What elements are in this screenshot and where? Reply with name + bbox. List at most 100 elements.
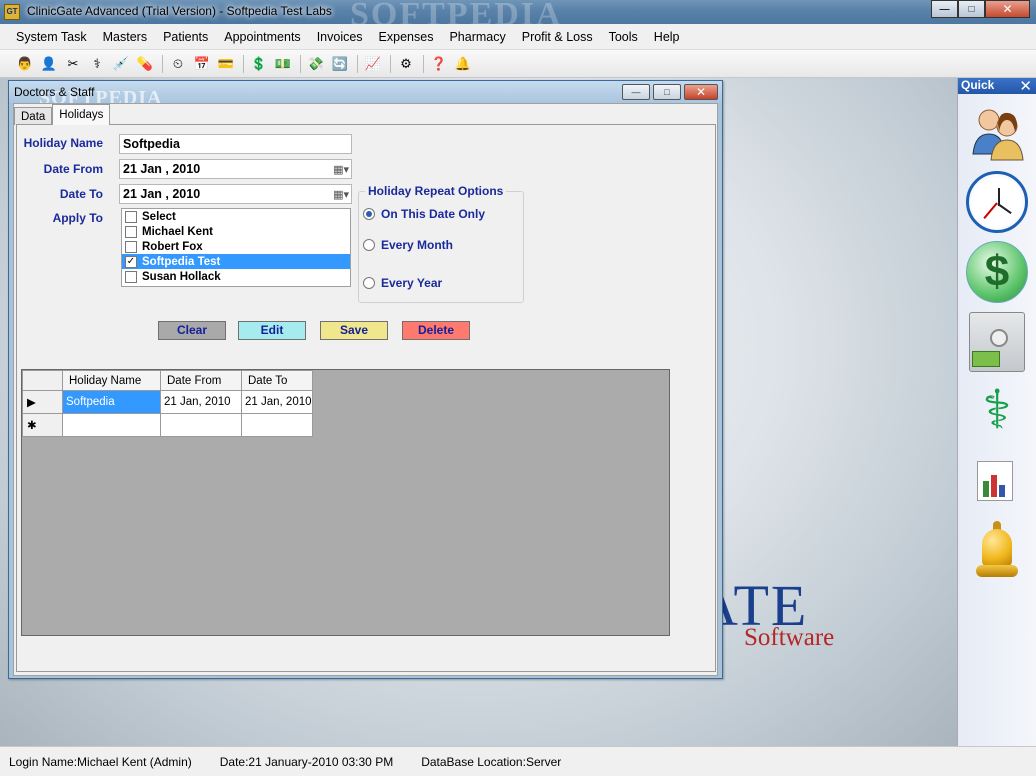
timer-icon[interactable]: ⏲ bbox=[167, 53, 189, 75]
menu-masters[interactable]: Masters bbox=[95, 30, 155, 44]
quick-close-icon[interactable]: ✕ bbox=[1019, 77, 1032, 95]
radio-label: On This Date Only bbox=[381, 207, 486, 221]
holiday-name-field[interactable]: Softpedia bbox=[119, 134, 352, 154]
minimize-button[interactable]: — bbox=[931, 0, 958, 18]
radio-on-this-date-only[interactable]: On This Date Only bbox=[363, 207, 485, 221]
doctors-icon[interactable]: 👨 bbox=[14, 53, 36, 75]
tab-data[interactable]: Data bbox=[14, 107, 53, 125]
menu-pharmacy[interactable]: Pharmacy bbox=[441, 30, 513, 44]
checkbox[interactable] bbox=[125, 240, 137, 253]
maximize-button[interactable]: □ bbox=[958, 0, 985, 18]
tab-holidays[interactable]: Holidays bbox=[52, 104, 111, 125]
checkbox[interactable] bbox=[125, 225, 137, 238]
checklist-item-susan-hollack[interactable]: Susan Hollack bbox=[122, 269, 350, 284]
dollar-icon[interactable]: 💲 bbox=[248, 53, 270, 75]
date-from-picker[interactable]: 21 Jan , 2010 ▦▾ bbox=[119, 159, 352, 179]
current-row-icon[interactable]: ▶ bbox=[22, 390, 63, 414]
doctors-staff-window: SOFTPEDIA Doctors & Staff — □ ✕ Data Hol… bbox=[8, 80, 723, 679]
checklist-item-label: Robert Fox bbox=[142, 240, 203, 253]
status-login: Login Name:Michael Kent (Admin) bbox=[9, 754, 192, 769]
menu-help[interactable]: Help bbox=[646, 30, 688, 44]
holidays-table: Holiday Name Date From Date To ▶ Softped… bbox=[22, 370, 313, 437]
grid-cell[interactable]: Softpedia bbox=[62, 390, 161, 414]
menu-tools[interactable]: Tools bbox=[601, 30, 646, 44]
holidays-grid: Holiday Name Date From Date To ▶ Softped… bbox=[21, 369, 670, 636]
patient-icon[interactable]: 👤 bbox=[38, 53, 60, 75]
child-window-controls: — □ ✕ bbox=[622, 84, 718, 100]
column-header-date-to[interactable]: Date To bbox=[241, 370, 313, 391]
radio-dot bbox=[363, 239, 375, 251]
users-icon bbox=[972, 109, 1024, 161]
quick-expenses-button[interactable] bbox=[965, 310, 1029, 374]
status-date: Date:21 January-2010 03:30 PM bbox=[219, 754, 394, 769]
checklist-item-michael-kent[interactable]: Michael Kent bbox=[122, 224, 350, 239]
calendar-icon[interactable]: 📅 bbox=[191, 53, 213, 75]
radio-label: Every Month bbox=[381, 238, 454, 252]
delete-button[interactable]: Delete bbox=[402, 321, 470, 340]
checkbox-checked[interactable]: ✓ bbox=[125, 255, 137, 268]
refresh-icon[interactable]: 🔄 bbox=[329, 53, 351, 75]
checkbox[interactable] bbox=[125, 270, 137, 283]
quick-staff-button[interactable] bbox=[965, 100, 1029, 164]
cash-icon[interactable]: 💵 bbox=[272, 53, 294, 75]
help-icon[interactable]: ❓ bbox=[428, 53, 450, 75]
quick-reports-button[interactable] bbox=[965, 450, 1029, 514]
edit-button[interactable]: Edit bbox=[238, 321, 306, 340]
checklist-item-select[interactable]: Select bbox=[122, 209, 350, 224]
radio-every-month[interactable]: Every Month bbox=[363, 238, 453, 252]
money-icon[interactable]: 💸 bbox=[305, 53, 327, 75]
checklist-item-softpedia-test[interactable]: ✓ Softpedia Test bbox=[122, 254, 350, 269]
menu-expenses[interactable]: Expenses bbox=[371, 30, 442, 44]
grid-cell[interactable] bbox=[160, 413, 242, 437]
quick-appointments-button[interactable] bbox=[965, 170, 1029, 234]
quick-billing-button[interactable]: $ bbox=[965, 240, 1029, 304]
repeat-options-legend: Holiday Repeat Options bbox=[365, 184, 507, 198]
menubar: System Task Masters Patients Appointment… bbox=[0, 24, 1036, 50]
cash-stack bbox=[972, 351, 1000, 367]
pill-icon[interactable]: 💊 bbox=[134, 53, 156, 75]
quick-reminder-button[interactable] bbox=[965, 520, 1029, 584]
calendar-dropdown-icon[interactable]: ▦▾ bbox=[333, 163, 349, 176]
bell-icon bbox=[974, 521, 1020, 583]
child-titlebar[interactable]: SOFTPEDIA Doctors & Staff — □ ✕ bbox=[9, 81, 722, 109]
clear-button[interactable]: Clear bbox=[158, 321, 226, 340]
settings-icon[interactable]: ⚙ bbox=[395, 53, 417, 75]
save-button[interactable]: Save bbox=[320, 321, 388, 340]
child-minimize-button[interactable]: — bbox=[622, 84, 650, 100]
syringe-icon[interactable]: 💉 bbox=[110, 53, 132, 75]
grid-cell[interactable] bbox=[241, 413, 313, 437]
column-header-holiday-name[interactable]: Holiday Name bbox=[62, 370, 161, 391]
menu-profit-loss[interactable]: Profit & Loss bbox=[514, 30, 601, 44]
close-button[interactable]: ✕ bbox=[985, 0, 1030, 18]
column-header-date-from[interactable]: Date From bbox=[160, 370, 242, 391]
checklist-item-label: Susan Hollack bbox=[142, 270, 221, 283]
dollar-coin-icon: $ bbox=[966, 241, 1028, 303]
apply-to-label: Apply To bbox=[52, 211, 103, 225]
quick-panel-title: Quick bbox=[961, 78, 995, 92]
medical-icon[interactable]: ⚕ bbox=[86, 53, 108, 75]
new-row-icon[interactable]: ✱ bbox=[22, 413, 63, 437]
child-restore-button[interactable]: □ bbox=[653, 84, 681, 100]
menu-patients[interactable]: Patients bbox=[155, 30, 216, 44]
quick-panel: Quick ✕ $ ⚕ bbox=[957, 78, 1036, 746]
quick-pharmacy-button[interactable]: ⚕ bbox=[965, 380, 1029, 444]
chart-icon[interactable]: 📈 bbox=[362, 53, 384, 75]
scissors-icon[interactable]: ✂ bbox=[62, 53, 84, 75]
checklist-item-label: Michael Kent bbox=[142, 225, 213, 238]
checklist-item-robert-fox[interactable]: Robert Fox bbox=[122, 239, 350, 254]
calendar-dropdown-icon[interactable]: ▦▾ bbox=[333, 188, 349, 201]
date-to-picker[interactable]: 21 Jan , 2010 ▦▾ bbox=[119, 184, 352, 204]
child-close-button[interactable]: ✕ bbox=[684, 84, 718, 100]
radio-every-year[interactable]: Every Year bbox=[363, 276, 442, 290]
menu-appointments[interactable]: Appointments bbox=[216, 30, 308, 44]
menu-system-task[interactable]: System Task bbox=[8, 30, 95, 44]
grid-cell[interactable] bbox=[62, 413, 161, 437]
menu-invoices[interactable]: Invoices bbox=[309, 30, 371, 44]
grid-cell[interactable]: 21 Jan, 2010 bbox=[160, 390, 242, 414]
checkbox[interactable] bbox=[125, 210, 137, 223]
new-row[interactable]: ✱ bbox=[22, 413, 313, 437]
card-icon[interactable]: 💳 bbox=[215, 53, 237, 75]
grid-cell[interactable]: 21 Jan, 2010 bbox=[241, 390, 313, 414]
bell-icon[interactable]: 🔔 bbox=[452, 53, 474, 75]
table-row[interactable]: ▶ Softpedia 21 Jan, 2010 21 Jan, 2010 bbox=[22, 390, 313, 414]
